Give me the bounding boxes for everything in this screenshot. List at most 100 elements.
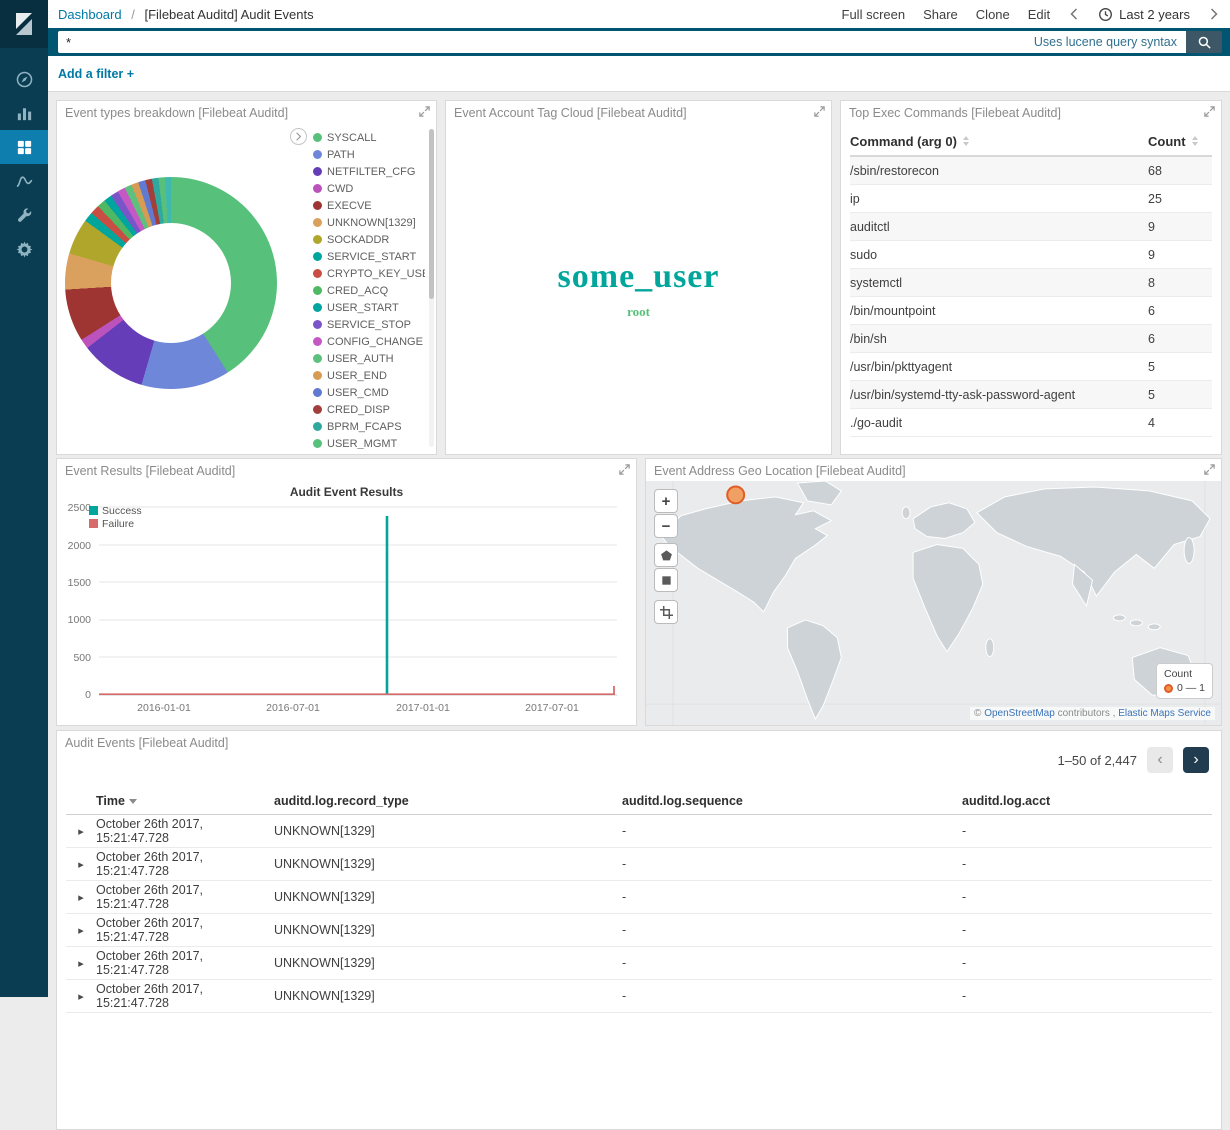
expand-panel-icon[interactable]	[618, 463, 632, 477]
column-header-record-type[interactable]: auditd.log.record_type	[274, 794, 622, 808]
column-header-count[interactable]: Count	[1148, 134, 1212, 149]
legend-item[interactable]: SYSCALL	[313, 129, 425, 146]
search-icon	[1197, 35, 1212, 50]
table-row[interactable]: /bin/mountpoint6	[850, 297, 1212, 325]
legend-item[interactable]: SOCKADDR	[313, 231, 425, 248]
expand-row-icon[interactable]: ▸	[66, 990, 96, 1003]
legend-swatch	[313, 201, 322, 210]
search-input[interactable]	[58, 35, 1034, 50]
legend-item[interactable]: USER_MGMT	[313, 435, 425, 449]
world-map[interactable]: + − Count 0 — 1 © OpenStreetMap contribu…	[646, 481, 1221, 725]
draw-rectangle-button[interactable]	[654, 568, 678, 592]
nav-discover[interactable]	[0, 62, 48, 96]
column-header-command[interactable]: Command (arg 0)	[850, 134, 1148, 149]
legend-item[interactable]: NETFILTER_CFG	[313, 163, 425, 180]
dashboard-grid: Event types breakdown [Filebeat Auditd] …	[48, 92, 1230, 997]
expand-row-icon[interactable]: ▸	[66, 858, 96, 871]
table-row[interactable]: sudo9	[850, 241, 1212, 269]
legend-label: USER_END	[327, 370, 387, 382]
expand-panel-icon[interactable]	[1203, 463, 1217, 477]
search-button[interactable]	[1186, 31, 1222, 53]
expand-row-icon[interactable]: ▸	[66, 957, 96, 970]
table-row[interactable]: systemctl8	[850, 269, 1212, 297]
table-row[interactable]: /usr/bin/pkttyagent5	[850, 353, 1212, 381]
legend-swatch	[313, 371, 322, 380]
table-row[interactable]: ./go-audit4	[850, 409, 1212, 437]
table-row[interactable]: ▸ October 26th 2017, 15:21:47.728UNKNOWN…	[66, 914, 1212, 947]
legend-item[interactable]: USER_START	[313, 299, 425, 316]
map-attribution: © OpenStreetMap contributors , Elastic M…	[970, 707, 1215, 720]
kibana-logo[interactable]	[0, 0, 48, 48]
legend-item[interactable]: CONFIG_CHANGE	[313, 333, 425, 350]
table-row[interactable]: /usr/bin/systemd-tty-ask-password-agent5	[850, 381, 1212, 409]
expand-row-icon[interactable]: ▸	[66, 825, 96, 838]
table-row[interactable]: ip25	[850, 185, 1212, 213]
edit-button[interactable]: Edit	[1028, 7, 1050, 22]
lucene-syntax-link[interactable]: Uses lucene query syntax	[1034, 35, 1177, 49]
expand-panel-icon[interactable]	[1203, 105, 1217, 119]
elastic-maps-service-link[interactable]: Elastic Maps Service	[1118, 708, 1211, 719]
nav-timelion[interactable]	[0, 164, 48, 198]
tag-root[interactable]: root	[627, 304, 650, 320]
legend-item[interactable]: USER_CMD	[313, 384, 425, 401]
legend-item[interactable]: SERVICE_STOP	[313, 316, 425, 333]
time-step-forward-button[interactable]	[1208, 6, 1220, 22]
legend-collapse-button[interactable]	[290, 128, 307, 145]
crop-button[interactable]	[654, 600, 678, 624]
legend-item[interactable]: USER_AUTH	[313, 350, 425, 367]
geo-marker[interactable]	[727, 486, 744, 503]
table-row[interactable]: ▸ October 26th 2017, 15:21:47.728UNKNOWN…	[66, 848, 1212, 881]
full-screen-button[interactable]: Full screen	[842, 7, 906, 22]
share-button[interactable]: Share	[923, 7, 958, 22]
table-row[interactable]: auditctl9	[850, 213, 1212, 241]
legend-item[interactable]: CRYPTO_KEY_USER	[313, 265, 425, 282]
nav-dashboard[interactable]	[0, 130, 48, 164]
nav-management[interactable]	[0, 232, 48, 266]
clone-button[interactable]: Clone	[976, 7, 1010, 22]
nav-dev-tools[interactable]	[0, 198, 48, 232]
legend-item[interactable]: SERVICE_START	[313, 248, 425, 265]
breadcrumb-dashboard-link[interactable]: Dashboard	[58, 7, 122, 22]
legend-item[interactable]: EXECVE	[313, 197, 425, 214]
legend-item[interactable]: CRED_DISP	[313, 401, 425, 418]
tag-some-user[interactable]: some_user	[558, 258, 720, 296]
time-step-back-button[interactable]	[1068, 6, 1080, 22]
previous-page-button[interactable]: ‹	[1147, 747, 1173, 773]
table-row[interactable]: ▸ October 26th 2017, 15:21:47.728UNKNOWN…	[66, 815, 1212, 848]
time-picker-button[interactable]: Last 2 years	[1098, 7, 1190, 22]
table-row[interactable]: /bin/sh6	[850, 325, 1212, 353]
table-row[interactable]: ▸ October 26th 2017, 15:21:47.728UNKNOWN…	[66, 947, 1212, 980]
legend-label: USER_MGMT	[327, 438, 397, 450]
scrollbar-thumb[interactable]	[429, 129, 434, 299]
column-header-acct[interactable]: auditd.log.acct	[962, 794, 1212, 808]
nav-visualize[interactable]	[0, 96, 48, 130]
table-row[interactable]: /sbin/restorecon68	[850, 157, 1212, 185]
legend-item-success[interactable]: Success	[89, 504, 142, 517]
legend-label: SERVICE_START	[327, 251, 416, 263]
column-header-time[interactable]: Time	[96, 794, 274, 808]
zoom-in-button[interactable]: +	[654, 489, 678, 513]
table-row[interactable]: ▸ October 26th 2017, 15:21:47.728UNKNOWN…	[66, 881, 1212, 914]
draw-polygon-button[interactable]	[654, 543, 678, 567]
legend-item[interactable]: CWD	[313, 180, 425, 197]
pagination-range: 1–50 of 2,447	[1057, 753, 1137, 768]
sort-icons	[1192, 136, 1198, 146]
expand-row-icon[interactable]: ▸	[66, 924, 96, 937]
column-header-sequence[interactable]: auditd.log.sequence	[622, 794, 962, 808]
next-page-button[interactable]: ›	[1183, 747, 1209, 773]
legend-scrollbar[interactable]	[429, 129, 434, 447]
legend-item-failure[interactable]: Failure	[89, 517, 142, 530]
legend-swatch	[313, 354, 322, 363]
openstreetmap-link[interactable]: OpenStreetMap	[984, 708, 1055, 719]
donut-chart[interactable]	[65, 177, 277, 389]
expand-panel-icon[interactable]	[813, 105, 827, 119]
legend-item[interactable]: PATH	[313, 146, 425, 163]
expand-panel-icon[interactable]	[418, 105, 432, 119]
add-filter-button[interactable]: Add a filter +	[58, 67, 134, 81]
legend-item[interactable]: USER_END	[313, 367, 425, 384]
expand-row-icon[interactable]: ▸	[66, 891, 96, 904]
zoom-out-button[interactable]: −	[654, 514, 678, 538]
legend-item[interactable]: BPRM_FCAPS	[313, 418, 425, 435]
legend-item[interactable]: UNKNOWN[1329]	[313, 214, 425, 231]
legend-item[interactable]: CRED_ACQ	[313, 282, 425, 299]
